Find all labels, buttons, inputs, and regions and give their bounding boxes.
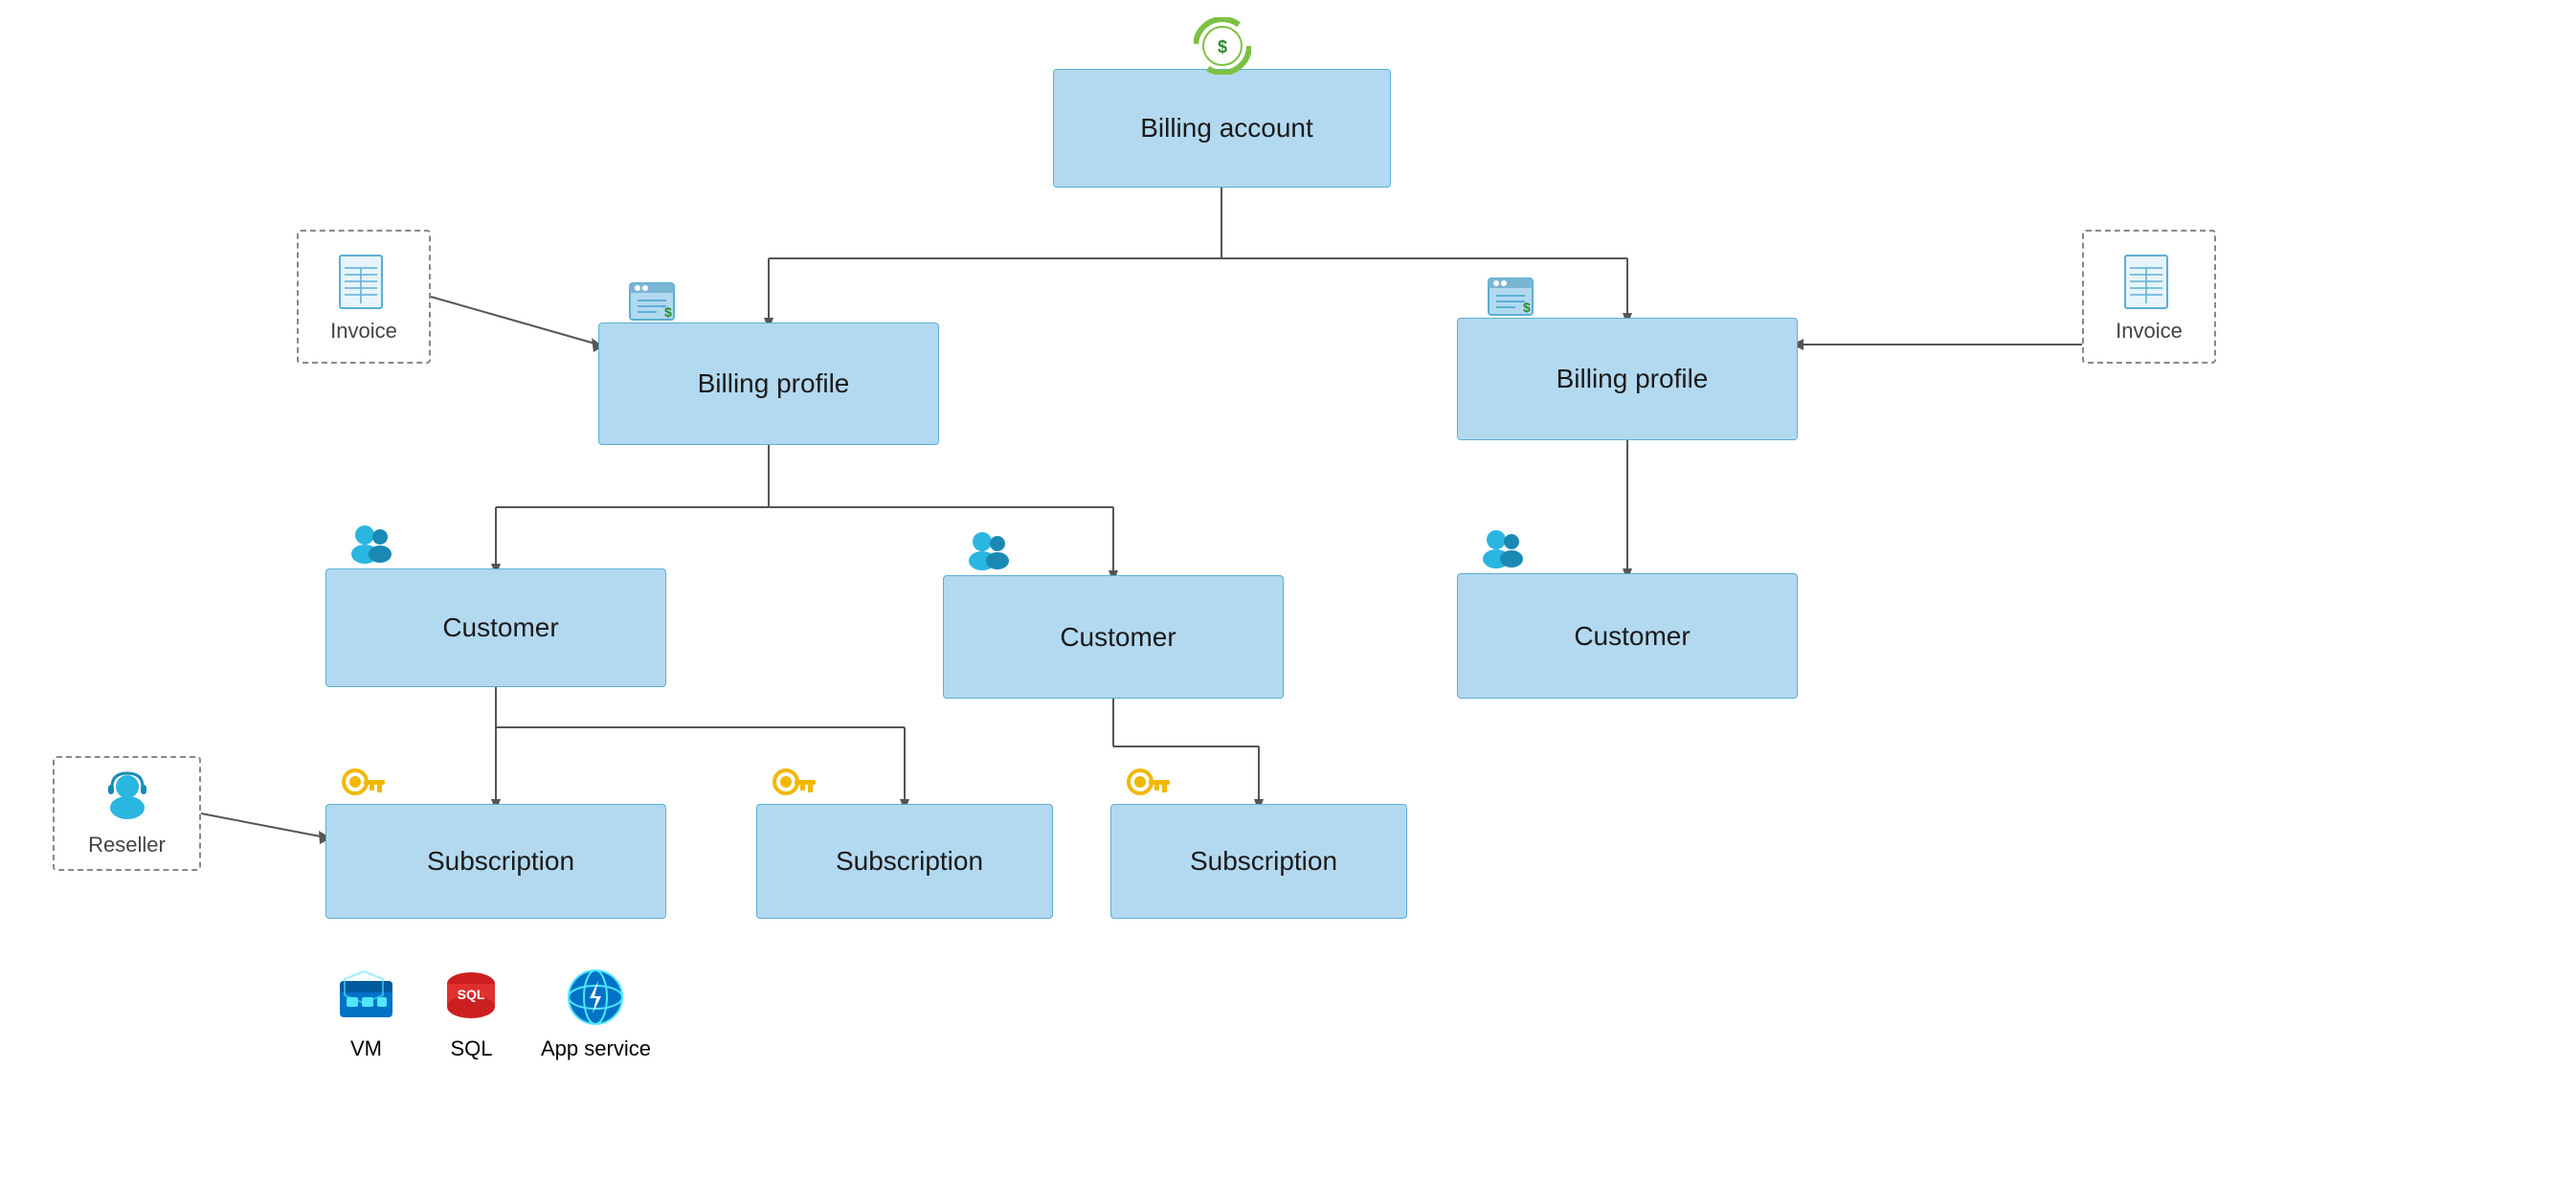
svg-text:SQL: SQL [458, 987, 485, 1002]
sql-icon: SQL [440, 967, 503, 1029]
node-customer-2: Customer [943, 575, 1284, 699]
billing-profile-left-label: Billing profile [688, 368, 850, 399]
customer-1-icon [346, 522, 403, 574]
svg-text:$: $ [1523, 300, 1531, 315]
diagram-container: $ Billing account $ Billing profile [0, 0, 2576, 1180]
subscription-2-label: Subscription [826, 846, 983, 877]
customer-2-label: Customer [1050, 622, 1176, 653]
node-customer-3: Customer [1457, 573, 1798, 699]
resource-sql: SQL SQL [440, 967, 503, 1061]
customer-1-label: Customer [433, 612, 558, 643]
invoice-left-icon [335, 251, 392, 313]
subscription-1-key-icon [341, 765, 389, 808]
node-subscription-2: Subscription [756, 804, 1053, 919]
app-service-label: App service [541, 1036, 651, 1061]
reseller-box: Reseller [53, 756, 201, 871]
subscription-2-key-icon [772, 765, 819, 808]
billing-account-label: Billing account [1131, 113, 1313, 144]
customer-3-icon [1477, 526, 1534, 579]
subscription-3-key-icon [1126, 765, 1174, 808]
invoice-right-box: Invoice [2082, 230, 2216, 364]
resource-app-service: App service [541, 967, 651, 1061]
billing-account-icon: $ [1194, 17, 1251, 75]
node-subscription-1: Subscription [325, 804, 666, 919]
billing-profile-right-label: Billing profile [1547, 364, 1709, 394]
invoice-right-label: Invoice [2116, 319, 2183, 344]
invoice-right-icon [2120, 251, 2178, 313]
sql-label: SQL [450, 1036, 492, 1061]
subscription-1-label: Subscription [417, 846, 574, 877]
node-billing-profile-right: $ Billing profile [1457, 318, 1798, 440]
vm-label: VM [350, 1036, 382, 1061]
customer-3-label: Customer [1564, 621, 1690, 652]
billing-profile-right-icon: $ [1487, 271, 1539, 323]
subscription-3-label: Subscription [1180, 846, 1337, 877]
node-customer-1: Customer [325, 568, 666, 687]
app-service-icon [565, 967, 627, 1029]
invoice-left-label: Invoice [330, 319, 397, 344]
vm-icon [335, 967, 397, 1029]
node-billing-account: $ Billing account [1053, 69, 1391, 188]
node-subscription-3: Subscription [1110, 804, 1407, 919]
reseller-label: Reseller [88, 833, 166, 857]
invoice-left-box: Invoice [297, 230, 431, 364]
resource-vm: VM [335, 967, 397, 1061]
svg-text:$: $ [664, 304, 672, 320]
node-billing-profile-left: $ Billing profile [598, 323, 939, 445]
reseller-icon [99, 769, 156, 827]
svg-text:$: $ [1217, 37, 1226, 56]
billing-profile-left-icon: $ [628, 276, 681, 328]
customer-2-icon [963, 528, 1020, 581]
